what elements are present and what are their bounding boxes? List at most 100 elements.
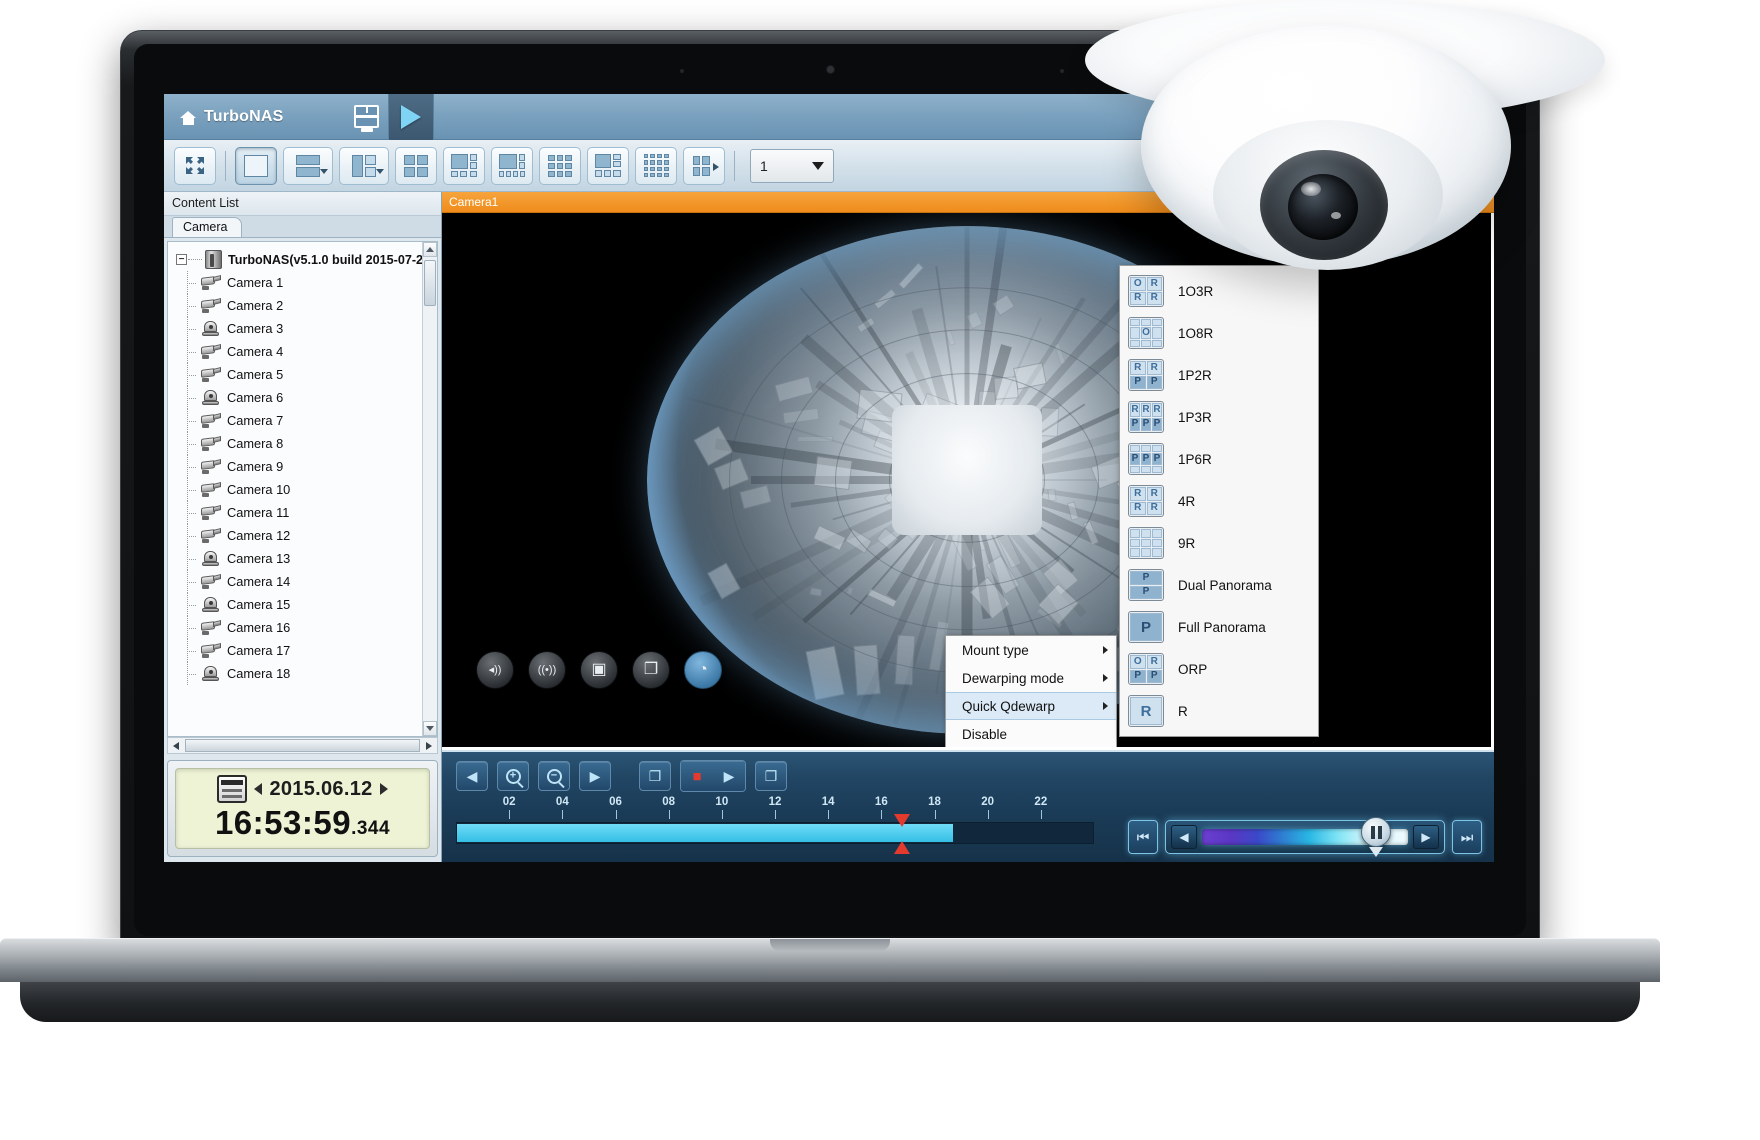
context-menu-item[interactable]: Mount type (946, 636, 1116, 664)
tree-root-node[interactable]: − TurboNAS(v5.1.0 build 2015-07-24) (168, 248, 437, 271)
layout-page-select[interactable]: 1 (750, 149, 834, 183)
dewarp-cell (1152, 445, 1162, 452)
tree-item-camera[interactable]: Camera 5 (168, 363, 437, 386)
speaker-mute-icon: ◂)) (489, 665, 502, 676)
tree-item-camera[interactable]: Camera 17 (168, 639, 437, 662)
dewarp-cell (1152, 340, 1162, 347)
context-menu-item[interactable]: Dewarping mode (946, 664, 1116, 692)
bookmark-next-button[interactable]: ▶ (713, 761, 745, 791)
tree-item-camera[interactable]: Camera 13 (168, 547, 437, 570)
dewarp-layout-icon: RRPP (1128, 359, 1164, 391)
prev-day-button[interactable] (254, 783, 262, 795)
lens-glint (1301, 182, 1321, 196)
tree-item-label: Camera 7 (227, 413, 283, 428)
tree-item-label: Camera 4 (227, 344, 283, 359)
tree-item-camera[interactable]: Camera 12 (168, 524, 437, 547)
dewarp-mode-item[interactable]: ORPPORP (1120, 648, 1318, 690)
layout-one-plus-two-button[interactable] (339, 147, 389, 185)
zoom-out-button[interactable]: − (538, 761, 570, 791)
scroll-up-button[interactable] (423, 242, 437, 257)
tree-item-camera[interactable]: Camera 9 (168, 455, 437, 478)
speed-slider[interactable]: ◀ ▶ (1165, 820, 1445, 854)
layout-eight-button[interactable] (491, 147, 533, 185)
layout-ten-button[interactable] (587, 147, 629, 185)
context-menu-item[interactable]: Quick Qdewarp (946, 692, 1116, 720)
dewarp-mode-item[interactable]: RRRR4R (1120, 480, 1318, 522)
bookmark-button[interactable]: ■ (681, 761, 713, 791)
speed-slider-handle[interactable]: 16.0X (1361, 817, 1391, 857)
tree-vertical-scrollbar[interactable] (422, 242, 437, 736)
snapshot-save-button[interactable]: ❐ (755, 761, 787, 791)
tree-horizontal-scrollbar[interactable] (167, 737, 438, 754)
playback-mode-tab[interactable] (388, 94, 434, 140)
dewarp-mode-item[interactable]: 9R (1120, 522, 1318, 564)
tab-camera[interactable]: Camera (172, 217, 242, 237)
broadcast-icon: ((•)) (538, 665, 557, 676)
hscroll-thumb[interactable] (185, 739, 420, 752)
tree-item-camera[interactable]: Camera 3 (168, 317, 437, 340)
layout-four-button[interactable] (395, 147, 437, 185)
tree-item-camera[interactable]: Camera 7 (168, 409, 437, 432)
jump-to-end-button[interactable]: ⏭ (1452, 820, 1482, 854)
pause-button[interactable] (1361, 817, 1391, 847)
forward-button[interactable]: ▶ (1413, 825, 1439, 849)
layout-more-button[interactable] (683, 147, 725, 185)
tree-item-camera[interactable]: Camera 2 (168, 294, 437, 317)
sidebar-tabstrip: Camera (164, 216, 441, 238)
rewind-button[interactable]: ◀ (1171, 825, 1197, 849)
export-button[interactable]: ❐ (639, 761, 671, 791)
talk-button[interactable]: ((•)) (528, 651, 566, 689)
tree-item-camera[interactable]: Camera 15 (168, 593, 437, 616)
tree-item-camera[interactable]: Camera 8 (168, 432, 437, 455)
dewarp-mode-item[interactable]: PPP1P6R (1120, 438, 1318, 480)
tree-item-label: Camera 11 (227, 505, 289, 520)
scroll-thumb[interactable] (424, 260, 436, 306)
bezel-dot-right (1060, 69, 1064, 73)
home-icon[interactable] (180, 109, 197, 125)
tree-item-camera[interactable]: Camera 4 (168, 340, 437, 363)
step-forward-button[interactable]: ▶ (579, 761, 611, 791)
fisheye-button[interactable]: ◔ (684, 651, 722, 689)
scroll-down-button[interactable] (423, 721, 437, 736)
tree-item-camera[interactable]: Camera 1 (168, 271, 437, 294)
layout-sixteen-button[interactable] (635, 147, 677, 185)
dewarp-mode-item[interactable]: PFull Panorama (1120, 606, 1318, 648)
dome-camera-icon (200, 321, 222, 336)
dewarp-mode-item[interactable]: PPDual Panorama (1120, 564, 1318, 606)
tree-item-camera[interactable]: Camera 14 (168, 570, 437, 593)
handle-pointer (1369, 847, 1383, 857)
scroll-left-button[interactable] (168, 738, 184, 753)
mute-button[interactable]: ◂)) (476, 651, 514, 689)
context-menu-item[interactable]: Disable (946, 720, 1116, 748)
dewarp-mode-item[interactable]: RRRPPP1P3R (1120, 396, 1318, 438)
snapshot-button[interactable]: ▣ (580, 651, 618, 689)
tree-item-camera[interactable]: Camera 16 (168, 616, 437, 639)
layout-two-rows-button[interactable] (283, 147, 333, 185)
collapse-icon[interactable]: − (176, 254, 187, 265)
zoom-in-button[interactable]: + (497, 761, 529, 791)
layout-nine-button[interactable] (539, 147, 581, 185)
dewarp-mode-item[interactable]: RR (1120, 690, 1318, 732)
tree-item-camera[interactable]: Camera 11 (168, 501, 437, 524)
dewarp-mode-item[interactable]: RRPP1P2R (1120, 354, 1318, 396)
video-search-button[interactable]: ❐ (632, 651, 670, 689)
step-back-button[interactable]: ◀ (456, 761, 488, 791)
tree-item-camera[interactable]: Camera 6 (168, 386, 437, 409)
tree-item-camera[interactable]: Camera 10 (168, 478, 437, 501)
layout-single-button[interactable] (235, 147, 277, 185)
scroll-right-button[interactable] (421, 738, 437, 753)
monitor-view-button[interactable] (346, 96, 388, 138)
calendar-icon[interactable] (217, 775, 247, 803)
timeline-track[interactable] (456, 822, 1094, 844)
grid-2x2-icon (404, 155, 428, 177)
jump-to-start-button[interactable]: ⏮ (1128, 820, 1158, 854)
triangle-left-icon: ◀ (467, 769, 478, 783)
next-day-button[interactable] (380, 783, 388, 795)
playhead-marker[interactable] (894, 814, 910, 854)
timeline-tick-label: 20 (981, 796, 994, 808)
tree-item-camera[interactable]: Camera 18 (168, 662, 437, 685)
dewarp-cell: R (1152, 403, 1162, 417)
layout-six-button[interactable] (443, 147, 485, 185)
fullscreen-button[interactable] (174, 147, 216, 185)
dewarp-cell: R (1147, 502, 1163, 516)
